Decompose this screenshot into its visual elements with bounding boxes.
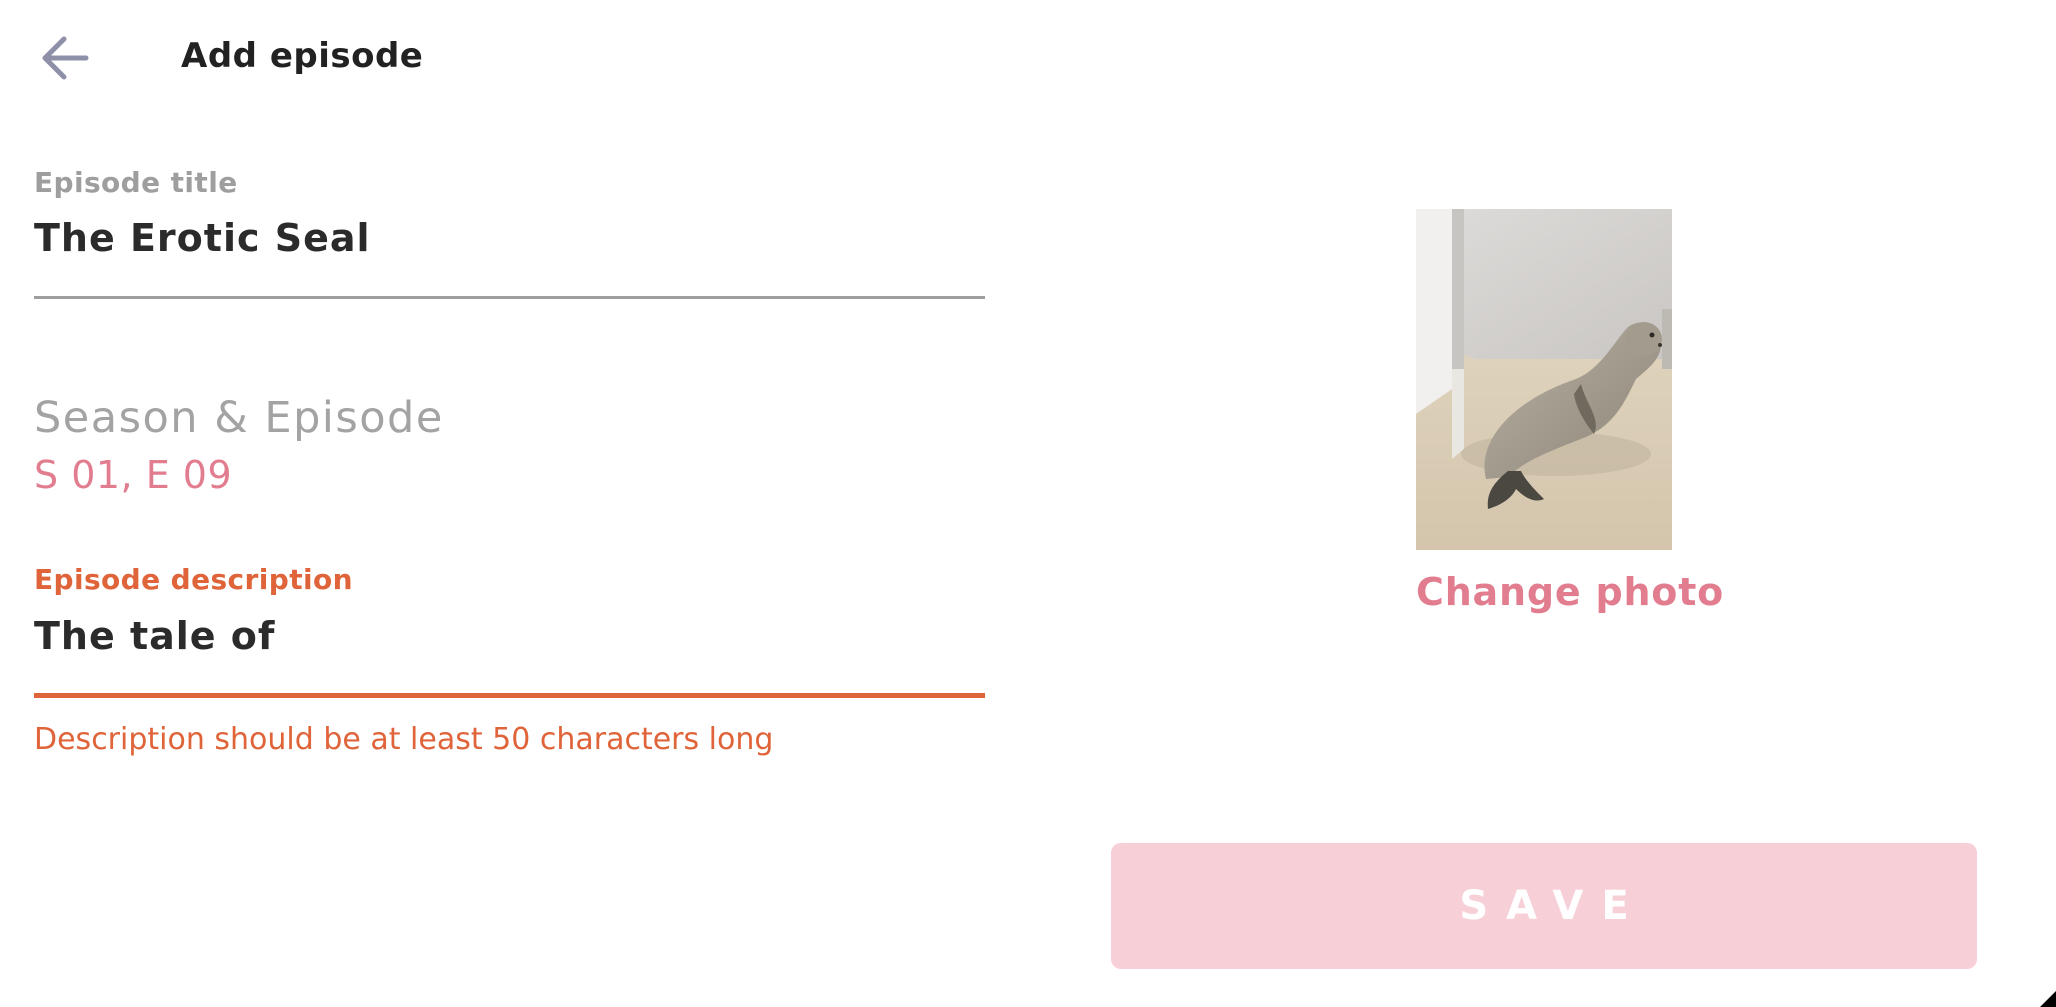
- season-episode-label: Season & Episode: [34, 393, 444, 443]
- episode-description-field[interactable]: The tale of: [34, 614, 984, 684]
- episode-description-value: The tale of: [34, 614, 276, 658]
- description-error-message: Description should be at least 50 charac…: [34, 722, 774, 757]
- episode-description-underline: [34, 693, 985, 698]
- episode-photo: [1416, 209, 1672, 550]
- save-button[interactable]: SAVE: [1111, 843, 1977, 969]
- seal-photo-image: [1416, 209, 1672, 550]
- episode-description-label: Episode description: [34, 563, 353, 596]
- back-button[interactable]: [36, 30, 94, 86]
- episode-title-value: The Erotic Seal: [34, 216, 371, 260]
- episode-title-label: Episode title: [34, 166, 238, 199]
- screen-corner-decoration: [2040, 991, 2056, 1007]
- season-episode-picker[interactable]: S 01, E 09: [34, 453, 232, 497]
- arrow-left-icon: [42, 36, 89, 80]
- save-button-label: SAVE: [1459, 883, 1647, 929]
- episode-title-underline: [34, 296, 985, 299]
- page-title: Add episode: [181, 36, 424, 76]
- change-photo-button[interactable]: Change photo: [1416, 570, 1723, 614]
- episode-title-field[interactable]: The Erotic Seal: [34, 216, 984, 286]
